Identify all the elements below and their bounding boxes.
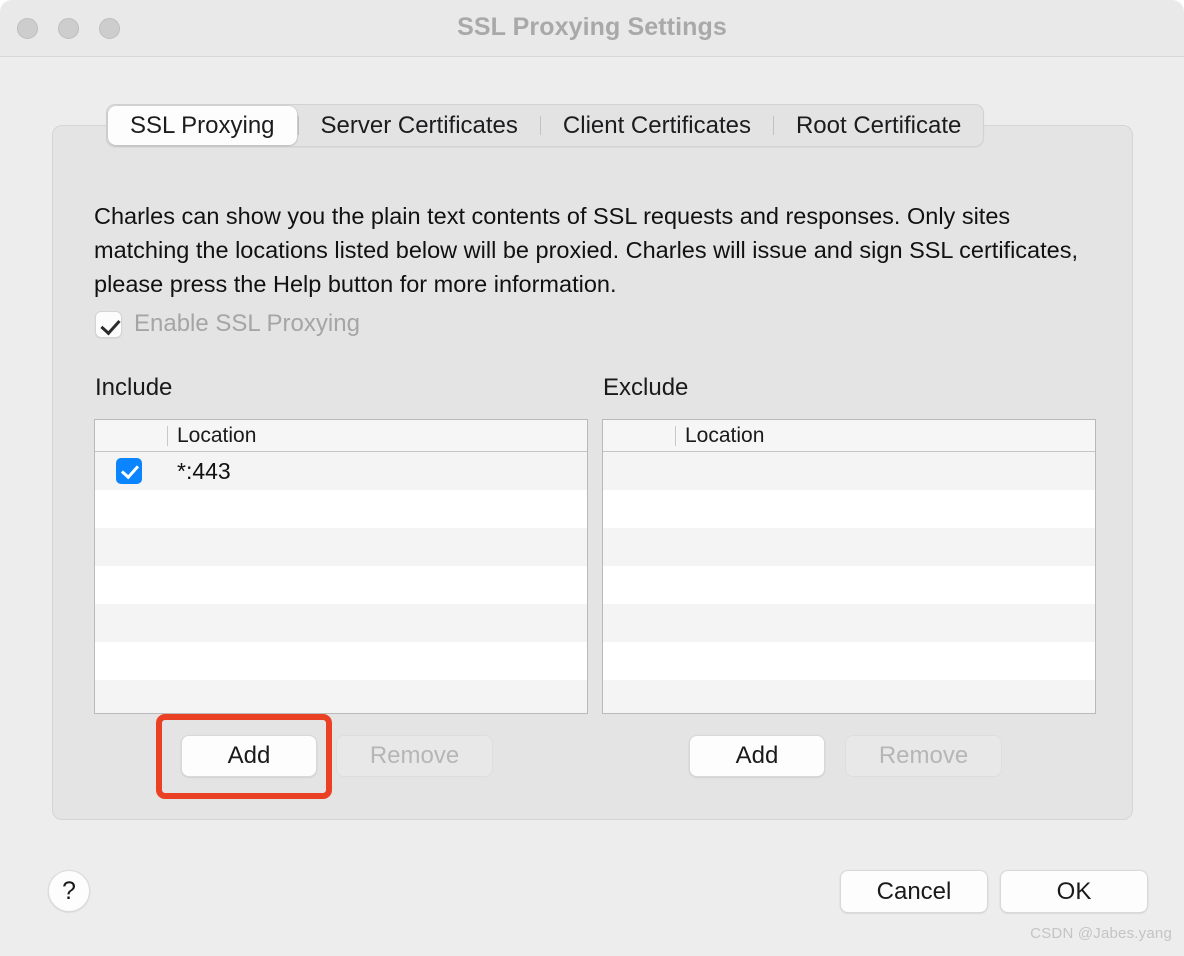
column-divider [167,426,168,446]
exclude-table-header: Location [603,420,1095,452]
panel-description: Charles can show you the plain text cont… [94,203,1078,297]
exclude-add-button[interactable]: Add [689,735,825,777]
tab-server-certificates[interactable]: Server Certificates [299,105,540,146]
table-row[interactable] [603,604,1095,642]
table-row[interactable] [95,490,587,528]
include-remove-button[interactable]: Remove [336,735,493,777]
table-row[interactable] [95,566,587,604]
include-header-location: Location [177,423,257,447]
table-row[interactable] [603,528,1095,566]
exclude-section-title: Exclude [603,374,689,401]
exclude-table-body [603,452,1095,713]
include-header-check-column [95,420,167,451]
include-row-checkbox[interactable] [116,458,142,484]
ssl-proxying-settings-window: SSL Proxying Settings Charles can show y… [0,0,1184,956]
tab-client-certificates[interactable]: Client Certificates [541,105,773,146]
table-row[interactable] [603,642,1095,680]
cancel-button[interactable]: Cancel [840,870,988,913]
watermark: CSDN @Jabes.yang [1030,925,1172,942]
settings-panel: Charles can show you the plain text cont… [52,125,1133,820]
include-table-body: *:443 [95,452,587,713]
window-title: SSL Proxying Settings [457,13,727,41]
exclude-remove-button[interactable]: Remove [845,735,1002,777]
table-row[interactable] [603,490,1095,528]
exclude-header-location: Location [685,423,765,447]
enable-ssl-proxying-label: Enable SSL Proxying [134,310,360,337]
table-row[interactable] [95,680,587,713]
table-row[interactable] [95,528,587,566]
include-row-check-cell[interactable] [95,458,167,484]
column-divider [675,426,676,446]
window-titlebar: SSL Proxying Settings [0,0,1184,57]
exclude-location-table[interactable]: Location [602,419,1096,714]
include-location-table[interactable]: Location *:443 [94,419,588,714]
settings-tab-bar: SSL Proxying Server Certificates Client … [106,104,985,147]
tab-ssl-proxying[interactable]: SSL Proxying [108,106,297,145]
table-row[interactable] [95,604,587,642]
table-row[interactable] [603,452,1095,490]
enable-ssl-proxying-row[interactable]: Enable SSL Proxying [95,310,360,338]
help-button[interactable]: ? [48,870,90,912]
table-row[interactable] [603,566,1095,604]
include-section-title: Include [95,374,173,401]
tab-root-certificate[interactable]: Root Certificate [774,105,983,146]
exclude-header-check-column [603,420,675,451]
table-row[interactable] [95,642,587,680]
include-add-button[interactable]: Add [181,735,317,777]
table-row[interactable] [603,680,1095,713]
ok-button[interactable]: OK [1000,870,1148,913]
enable-ssl-proxying-checkbox[interactable] [95,310,122,338]
include-row-location: *:443 [177,457,231,484]
table-row[interactable]: *:443 [95,452,587,490]
include-table-header: Location [95,420,587,452]
